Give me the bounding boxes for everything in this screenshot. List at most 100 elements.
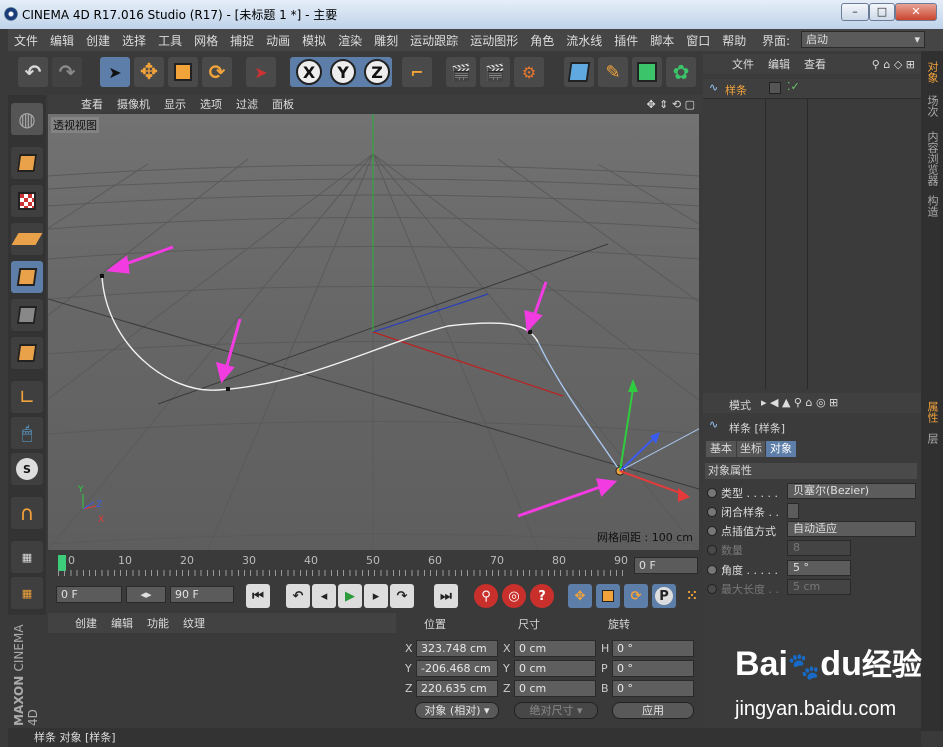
tweak-mode-button[interactable]: 🖱 <box>11 417 43 449</box>
close-button[interactable]: ✕ <box>895 3 937 21</box>
menu-render[interactable]: 渲染 <box>332 32 368 49</box>
menu-window[interactable]: 窗口 <box>680 32 716 49</box>
perspective-viewport[interactable]: Y X Z 透视视图 网格间距 : 100 cm <box>48 114 699 550</box>
anim-dot[interactable] <box>707 488 717 498</box>
range-slider[interactable]: ◂▸ <box>126 586 166 603</box>
object-file-menu[interactable]: 文件 <box>725 56 761 72</box>
workplane-mode-button[interactable] <box>11 223 43 255</box>
next-frame-button[interactable]: ▸ <box>364 584 388 608</box>
subdivision-button[interactable] <box>632 57 662 87</box>
pos-y-field[interactable]: -206.468 cm <box>416 660 498 677</box>
auto-key-button[interactable]: ◎ <box>502 584 526 608</box>
apply-button[interactable]: 应用 <box>612 702 694 719</box>
anim-dot[interactable] <box>707 507 717 517</box>
go-to-end-button[interactable]: ⏭ <box>434 584 458 608</box>
angle-field[interactable]: 5 ° <box>787 560 851 576</box>
minimize-button[interactable]: – <box>841 3 869 21</box>
model-mode-button[interactable] <box>11 147 43 179</box>
tab-object[interactable]: 对象 <box>766 441 796 457</box>
points-mode-button[interactable] <box>11 261 43 293</box>
tab-structure[interactable]: 构造 <box>924 195 940 217</box>
y-axis-button[interactable]: Y <box>330 59 356 85</box>
material-texture-menu[interactable]: 纹理 <box>176 615 212 631</box>
next-key-button[interactable]: ↷ <box>390 584 414 608</box>
tab-objects[interactable]: 对象 <box>924 61 940 83</box>
menu-script[interactable]: 脚本 <box>644 32 680 49</box>
rot-p-field[interactable]: 0 ° <box>612 660 694 677</box>
key-scale-button[interactable] <box>596 584 620 608</box>
maximize-button[interactable]: □ <box>869 3 895 21</box>
coordinate-system-button[interactable]: ⌐ <box>402 57 432 87</box>
keyframe-selection-button[interactable]: ? <box>530 584 554 608</box>
camera-menu[interactable]: 摄像机 <box>110 96 157 112</box>
previous-frame-button[interactable]: ◂ <box>312 584 336 608</box>
menu-edit[interactable]: 编辑 <box>44 32 80 49</box>
menu-mograph[interactable]: 运动图形 <box>464 32 524 49</box>
visibility-check-icon[interactable]: ⁚✓ <box>787 80 800 93</box>
layout-select[interactable]: 启动 ▾ <box>801 31 925 48</box>
menu-file[interactable]: 文件 <box>8 32 44 49</box>
rotate-button[interactable]: ⟳ <box>202 57 232 87</box>
size-z-field[interactable]: 0 cm <box>514 680 596 697</box>
tab-content-browser[interactable]: 内容浏览器 <box>924 131 940 186</box>
tab-basic[interactable]: 基本 <box>706 441 736 457</box>
menu-character[interactable]: 角色 <box>524 32 560 49</box>
pen-tool-button[interactable]: ✎ <box>598 57 628 87</box>
pos-x-field[interactable]: 323.748 cm <box>416 640 498 657</box>
play-button[interactable]: ▶ <box>338 584 362 608</box>
menu-snap[interactable]: 捕捉 <box>224 32 260 49</box>
object-view-menu[interactable]: 查看 <box>797 56 833 72</box>
size-y-field[interactable]: 0 cm <box>514 660 596 677</box>
playhead[interactable] <box>58 555 66 571</box>
menu-mesh[interactable]: 网格 <box>188 32 224 49</box>
x-axis-button[interactable]: X <box>296 59 322 85</box>
filter-menu[interactable]: 过滤 <box>229 96 265 112</box>
render-settings-button[interactable]: ⚙ <box>514 57 544 87</box>
key-position-button[interactable]: ✥ <box>568 584 592 608</box>
current-frame-field[interactable]: 0 F <box>634 557 698 574</box>
edges-mode-button[interactable] <box>11 299 43 331</box>
close-spline-checkbox[interactable] <box>787 503 799 519</box>
go-to-start-button[interactable]: ⏮ <box>246 584 270 608</box>
material-function-menu[interactable]: 功能 <box>140 615 176 631</box>
object-edit-menu[interactable]: 编辑 <box>761 56 797 72</box>
menu-plugins[interactable]: 插件 <box>608 32 644 49</box>
end-frame-field[interactable]: 90 F <box>170 586 234 603</box>
render-picture-viewer-button[interactable]: 🎬 <box>480 57 510 87</box>
workplane-lock-button[interactable]: ▦ <box>11 541 43 573</box>
menu-motion-tracking[interactable]: 运动跟踪 <box>404 32 464 49</box>
interpolation-dropdown[interactable]: 自动适应 <box>787 521 916 537</box>
size-x-field[interactable]: 0 cm <box>514 640 596 657</box>
size-mode-select[interactable]: 绝对尺寸 ▾ <box>514 702 598 719</box>
record-button[interactable]: ⚲ <box>474 584 498 608</box>
last-tool-button[interactable]: ➤ <box>246 57 276 87</box>
scale-button[interactable] <box>168 57 198 87</box>
material-create-menu[interactable]: 创建 <box>68 615 104 631</box>
render-view-button[interactable]: 🎬 <box>446 57 476 87</box>
redo-button[interactable]: ↷ <box>52 57 82 87</box>
object-toolbar-icons[interactable]: ⚲ ⌂ ◇ ⊞ <box>872 58 915 71</box>
axis-mode-button[interactable]: ∟ <box>11 381 43 413</box>
viewport-nav-icons[interactable]: ✥ ⇕ ⟲ ▢ <box>646 98 695 111</box>
key-param-button[interactable]: P <box>652 584 676 608</box>
panel-menu[interactable]: 面板 <box>265 96 301 112</box>
options-menu[interactable]: 选项 <box>193 96 229 112</box>
attribute-nav-icons[interactable]: ▸ ◀ ▲ ⚲ ⌂ ◎ ⊞ <box>761 396 838 409</box>
menu-simulate[interactable]: 模拟 <box>296 32 332 49</box>
tab-takes[interactable]: 场次 <box>924 95 940 117</box>
make-editable-button[interactable]: ◍ <box>11 103 43 135</box>
key-pla-button[interactable]: ⁙ <box>680 584 704 608</box>
key-rotation-button[interactable]: ⟳ <box>624 584 648 608</box>
menu-create[interactable]: 创建 <box>80 32 116 49</box>
display-menu[interactable]: 显示 <box>157 96 193 112</box>
tab-layers[interactable]: 层 <box>924 433 940 444</box>
type-dropdown[interactable]: 贝塞尔(Bezier) <box>787 483 916 499</box>
workplane-align-button[interactable]: ▦ <box>11 577 43 609</box>
tab-coord[interactable]: 坐标 <box>737 441 765 457</box>
polygons-mode-button[interactable] <box>11 337 43 369</box>
menu-help[interactable]: 帮助 <box>716 32 752 49</box>
live-selection-button[interactable]: ➤ <box>100 57 130 87</box>
anim-dot[interactable] <box>707 526 717 536</box>
undo-button[interactable]: ↶ <box>18 57 48 87</box>
timeline-ruler[interactable]: 0 10 20 30 40 50 60 70 80 90 0 F <box>48 553 700 581</box>
